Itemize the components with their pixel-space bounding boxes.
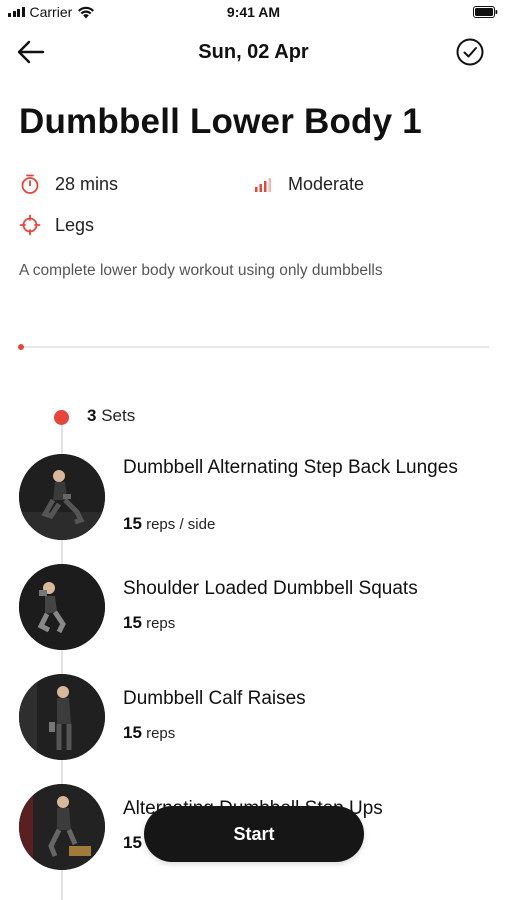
exercise-name: Dumbbell Calf Raises — [123, 688, 306, 709]
exercise-item[interactable]: Shoulder Loaded Dumbbell Squats 15 reps — [0, 563, 507, 663]
reps-unit: reps — [146, 725, 176, 742]
sets-label: 3 Sets — [87, 406, 135, 426]
exercise-photo-icon — [19, 784, 105, 870]
duration-meta: 28 mins — [19, 173, 118, 195]
reps-unit: reps / side — [146, 516, 216, 533]
exercise-photo-icon — [19, 564, 105, 650]
exercise-thumbnail — [19, 564, 105, 650]
reps-count: 15 — [123, 613, 142, 632]
difficulty-bars-icon — [252, 173, 274, 195]
battery-icon — [473, 6, 498, 18]
check-circle-icon — [456, 38, 484, 66]
exercise-reps: 15 reps / side — [123, 514, 215, 534]
sets-marker — [54, 410, 69, 425]
header-date: Sun, 02 Apr — [198, 41, 309, 63]
sets-count: 3 — [87, 406, 97, 425]
difficulty-label: Moderate — [288, 173, 365, 194]
target-meta: Legs — [19, 214, 94, 236]
top-nav: Sun, 02 Apr — [0, 34, 507, 70]
complete-button[interactable] — [455, 37, 485, 67]
reps-count: 15 — [123, 833, 142, 852]
workout-title: Dumbbell Lower Body 1 — [19, 102, 422, 141]
reps-unit: reps — [146, 615, 176, 632]
status-bar: Carrier 9:41 AM — [0, 0, 507, 28]
progress-indicator — [18, 344, 24, 350]
progress-track — [19, 346, 489, 348]
exercise-name: Dumbbell Alternating Step Back Lunges — [123, 457, 458, 478]
exercise-thumbnail — [19, 674, 105, 760]
arrow-left-icon — [17, 40, 45, 64]
exercise-name: Shoulder Loaded Dumbbell Squats — [123, 578, 418, 599]
exercise-item[interactable]: Dumbbell Calf Raises 15 reps — [0, 673, 507, 773]
workout-detail-screen: Carrier 9:41 AM Sun, 02 Apr Dumbbell Low… — [0, 0, 507, 900]
difficulty-meta: Moderate — [252, 173, 364, 195]
exercise-item[interactable]: Dumbbell Alternating Step Back Lunges 15… — [0, 450, 507, 550]
back-button[interactable] — [16, 38, 48, 66]
start-button[interactable]: Start — [144, 806, 364, 862]
exercise-photo-icon — [19, 454, 105, 540]
exercise-photo-icon — [19, 674, 105, 760]
sets-text: Sets — [101, 406, 136, 425]
exercise-reps: 15 — [123, 833, 142, 853]
exercise-thumbnail — [19, 454, 105, 540]
crosshair-icon — [19, 214, 41, 236]
stopwatch-icon — [19, 173, 41, 195]
target-label: Legs — [55, 214, 95, 235]
status-time: 9:41 AM — [226, 4, 281, 20]
reps-count: 15 — [123, 514, 142, 533]
exercise-reps: 15 reps — [123, 723, 175, 743]
reps-count: 15 — [123, 723, 142, 742]
exercise-reps: 15 reps — [123, 613, 175, 633]
workout-description: A complete lower body workout using only… — [19, 262, 383, 279]
exercise-thumbnail — [19, 784, 105, 870]
duration-label: 28 mins — [55, 173, 119, 194]
